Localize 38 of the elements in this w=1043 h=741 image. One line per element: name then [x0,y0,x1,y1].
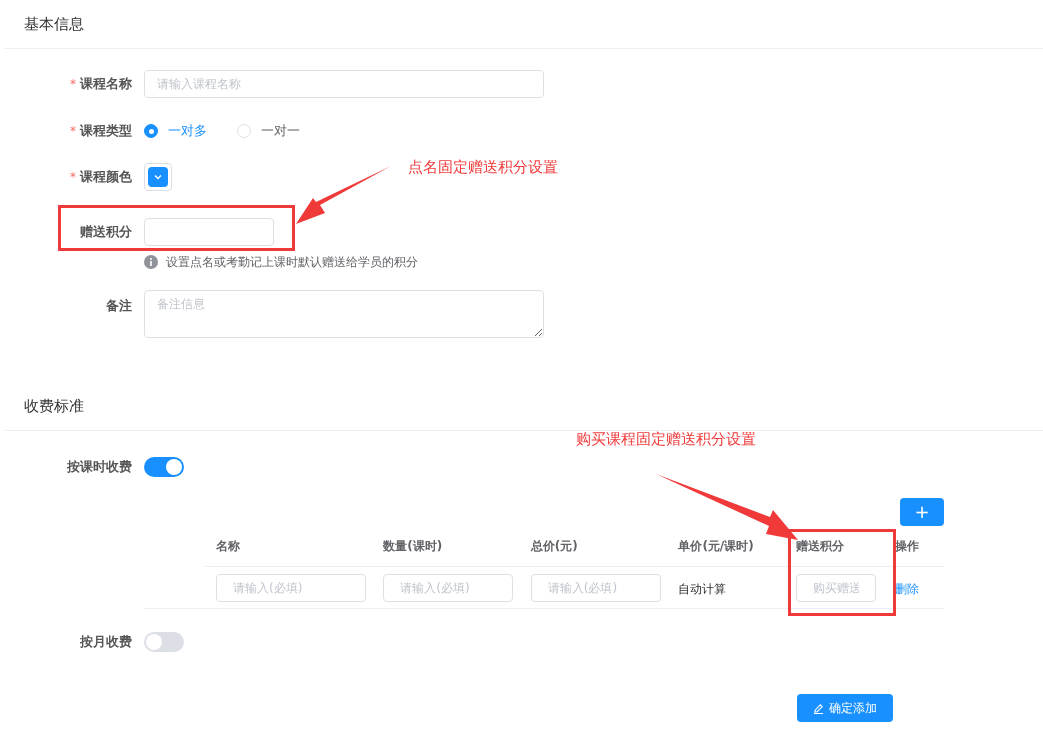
toggle-switch[interactable] [144,632,184,652]
column-header: 操作 [894,538,920,554]
add-row-button[interactable]: + [900,498,944,526]
radio-option[interactable]: 一对多 [144,121,207,141]
callout-text: 购买课程固定赠送积分设置 [576,429,756,450]
field-label: 备注 [106,297,132,315]
unit-price-cell: 自动计算 [678,581,727,596]
callout-text: 点名固定赠送积分设置 [408,157,558,178]
confirm-button[interactable]: 确定添加 [797,694,893,722]
chevron-down-icon [153,172,163,182]
field-label: 课程颜色 [80,168,132,187]
field-label: 赠送积分 [80,223,132,242]
required-mark: * [70,76,76,92]
section-title: 基本信息 [24,13,84,35]
pencil-icon [813,702,824,714]
delete-link[interactable]: 删除 [894,581,919,596]
column-header: 赠送积分 [796,538,846,554]
total-price-field[interactable]: 请输入(必填) [530,573,661,602]
toggle-switch[interactable] [144,457,184,477]
field-label: 按课时收费 [67,458,132,477]
course-name-field[interactable]: 请输入课程名称 [144,70,544,98]
remark-field[interactable]: 备注信息 [144,290,544,338]
required-mark: * [70,169,76,185]
field-label: 按月收费 [80,633,132,652]
field-label: 课程类型 [80,122,132,141]
section-title: 收费标准 [24,395,84,417]
quantity-field[interactable]: 请输入(必填) [383,573,514,602]
radio-option[interactable]: 一对一 [237,121,300,141]
field-label: 课程名称 [80,75,132,94]
column-header: 总价(元) [530,538,579,554]
info-icon [144,255,158,269]
column-header: 数量(课时) [383,538,444,554]
column-header: 名称 [216,538,241,554]
name-field[interactable]: 请输入(必填) [216,573,366,602]
required-mark: * [70,123,76,139]
column-header: 单价(元/课时) [678,538,755,554]
points-field[interactable] [144,218,274,246]
hint-text: 设置点名或考勤记上课时默认赠送给学员的积分 [166,254,418,270]
